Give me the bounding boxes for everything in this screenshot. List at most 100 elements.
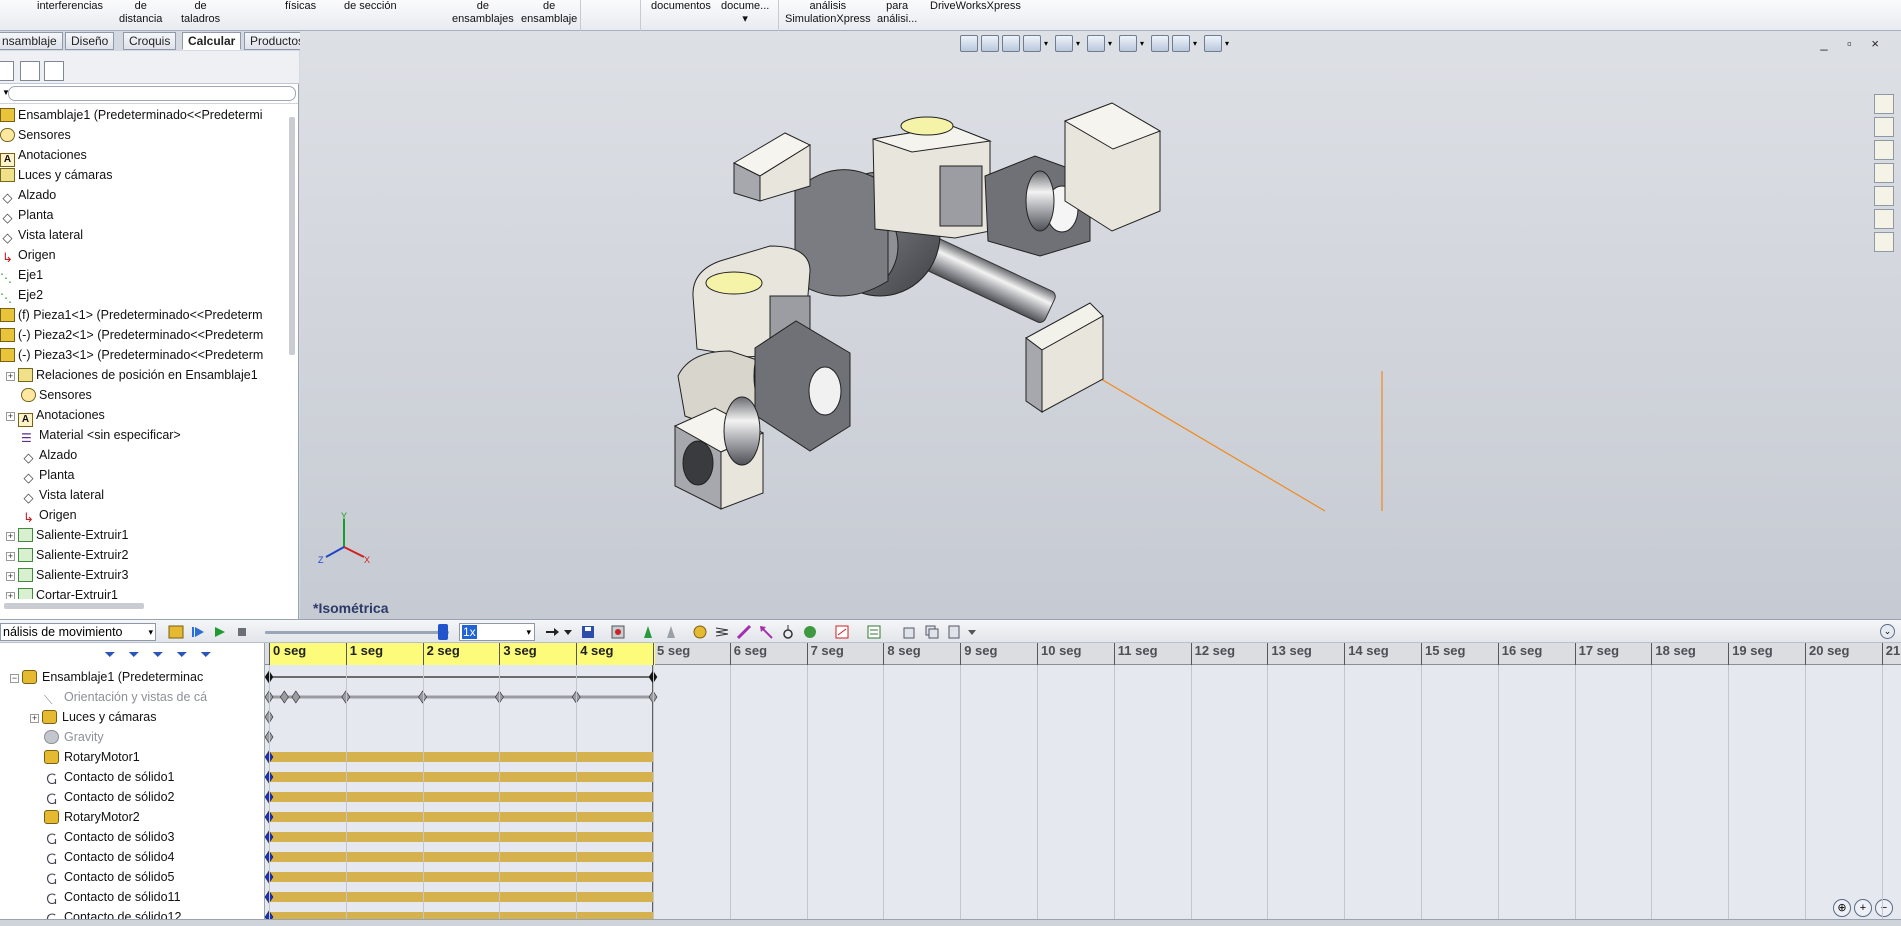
custom-properties-icon[interactable] [1874, 232, 1894, 252]
playback-slider-thumb[interactable] [438, 624, 448, 640]
chevron-down-icon[interactable]: ▾ [1076, 35, 1084, 52]
zoom-to-fit-icon[interactable] [960, 35, 978, 52]
calculate-icon[interactable] [168, 624, 184, 640]
simulation-bar[interactable] [269, 892, 653, 902]
window-controls[interactable]: _ ▫ × [1820, 36, 1887, 51]
autosort-icon[interactable]: ⏷ [198, 646, 214, 662]
paste-icon[interactable] [946, 624, 962, 640]
zoom-area-icon[interactable] [981, 35, 999, 52]
tree-filter-field[interactable] [8, 86, 296, 101]
collapse-motion-manager-icon[interactable]: ⌄ [1880, 624, 1895, 639]
feature-tree-item[interactable]: ◇ Vista lateral [0, 225, 84, 245]
filter-results-icon[interactable]: ⏷ [174, 646, 190, 662]
compare-documents-button[interactable]: documentos [651, 0, 711, 13]
expand-icon[interactable]: + [6, 412, 15, 421]
timeline[interactable]: 0 seg 1 seg 2 seg 3 seg 4 seg 5 seg 6 seg 7 seg… [265, 643, 1901, 926]
keypoint[interactable] [279, 690, 289, 704]
search-icon[interactable] [1874, 163, 1894, 183]
results-and-plots-icon[interactable] [834, 624, 850, 640]
expand-icon[interactable]: + [6, 572, 15, 581]
feature-tree-item[interactable]: ◇ Vista lateral [6, 485, 105, 505]
feature-tree-tab-icon[interactable] [0, 61, 14, 81]
zoom-in-icon[interactable]: + [1854, 899, 1872, 917]
simulation-bar[interactable] [269, 752, 653, 762]
appearances-icon[interactable] [1874, 209, 1894, 229]
playback-mode-icon[interactable] [544, 624, 560, 640]
zoom-to-fit-icon[interactable]: ⊕ [1833, 899, 1851, 917]
mass-properties-button[interactable]: físicas [285, 0, 316, 13]
timeline-tracks[interactable] [265, 643, 1901, 926]
simulation-bar[interactable] [269, 852, 653, 862]
tab-assembly[interactable]: nsamblaje [0, 32, 63, 50]
section-properties-button[interactable]: de sección [344, 0, 397, 13]
playback-speed-select[interactable]: 1x ▾ [459, 623, 535, 641]
tab-evaluate[interactable]: Calcular [182, 32, 242, 50]
gravity-icon[interactable] [802, 624, 818, 640]
feature-tree-item[interactable]: ☰ Material <sin especificar> [6, 425, 181, 445]
design-library-icon[interactable] [1874, 117, 1894, 137]
feature-tree-item[interactable]: (-) Pieza3<1> (Predeterminado<<Predeterm [0, 345, 263, 365]
feature-tree-item[interactable]: ⋱ Eje1 [0, 265, 43, 285]
feature-tree-item[interactable]: + A Anotaciones [6, 405, 105, 427]
feature-tree-item[interactable]: Ensamblaje1 (Predeterminado<<Predetermi [0, 105, 263, 125]
expand-icon[interactable]: + [6, 372, 15, 381]
assembly-model[interactable] [300, 31, 1901, 619]
chevron-down-icon[interactable]: ▾ [1225, 35, 1233, 52]
play-from-start-icon[interactable] [190, 624, 206, 640]
collapse-tree-icon[interactable] [902, 624, 918, 640]
tree-filter[interactable]: ▼ [0, 84, 298, 104]
motion-tree-item[interactable]: RotaryMotor2 [44, 807, 140, 827]
expand-icon[interactable]: + [6, 532, 15, 541]
zoom-out-icon[interactable]: − [1875, 899, 1893, 917]
chevron-down-icon[interactable]: ▾ [1140, 35, 1148, 52]
playback-slider[interactable] [265, 631, 449, 634]
chevron-down-icon[interactable]: ▾ [1044, 35, 1052, 52]
feature-tree-item[interactable]: + Saliente-Extruir3 [6, 565, 128, 585]
spring-icon[interactable] [714, 624, 730, 640]
property-manager-tab-icon[interactable] [20, 61, 40, 81]
chevron-down-icon[interactable]: ▾ [1108, 35, 1116, 52]
expand-icon[interactable]: + [6, 592, 15, 599]
assembly-xpert-button[interactable]: de ensamblaje [521, 0, 577, 26]
chevron-down-icon[interactable] [560, 624, 576, 640]
feature-tree-item[interactable]: Luces y cámaras [0, 165, 112, 185]
damper-icon[interactable] [736, 624, 752, 640]
motion-tree-item[interactable]: Ⴚ Contacto de sólido11 [44, 887, 180, 907]
hole-alignment-button[interactable]: de taladros [181, 0, 220, 26]
simulation-bar[interactable] [269, 812, 653, 822]
edit-appearance-icon[interactable] [1151, 35, 1169, 52]
motor-icon[interactable] [692, 624, 708, 640]
motion-tree-item[interactable]: Ⴚ Contacto de sólido4 [44, 847, 174, 867]
contact-icon[interactable] [780, 624, 796, 640]
study-type-select[interactable]: nálisis de movimiento ▾ [0, 623, 156, 641]
feature-tree-item[interactable]: A Anotaciones [0, 145, 87, 167]
study-tabs-strip[interactable] [0, 919, 1901, 926]
feature-tree-item[interactable]: ◇ Planta [6, 465, 75, 485]
motion-tree-item[interactable]: + Luces y cámaras [30, 707, 156, 727]
tab-sketch[interactable]: Croquis [123, 32, 177, 50]
feature-tree-item[interactable]: ↳ Origen [0, 245, 55, 265]
feature-tree-item[interactable]: ↳ Origen [6, 505, 76, 525]
play-icon[interactable] [212, 624, 228, 640]
simulation-bar[interactable] [269, 772, 653, 782]
chevron-down-icon[interactable] [964, 624, 980, 640]
file-explorer-icon[interactable] [1874, 140, 1894, 160]
hide-show-items-icon[interactable] [1119, 35, 1137, 52]
animation-wizard-icon[interactable] [610, 624, 626, 640]
section-view-icon[interactable] [1023, 35, 1041, 52]
clearance-verification-button[interactable]: de distancia [119, 0, 162, 26]
expand-icon[interactable]: + [30, 714, 39, 723]
feature-tree-item[interactable]: Sensores [6, 385, 92, 405]
graphics-area[interactable]: ▾ ▾ ▾ ▾ ▾ ▾ _ ▫ × Y X Z *Isométrica [300, 31, 1901, 619]
view-palette-icon[interactable] [1874, 186, 1894, 206]
assembly-visualization-button[interactable]: de ensamblajes [452, 0, 514, 26]
filter-animated-icon[interactable]: ⏷ [102, 646, 118, 662]
apply-scene-icon[interactable] [1172, 35, 1190, 52]
filter-driving-icon[interactable]: ⏷ [126, 646, 142, 662]
motion-tree-item[interactable]: ⟍ Orientación y vistas de cá [44, 687, 207, 707]
driveworksxpress-button[interactable]: DriveWorksXpress [930, 0, 1021, 13]
stop-icon[interactable] [234, 624, 250, 640]
feature-tree-item[interactable]: ◇ Planta [0, 205, 54, 225]
motion-tree-item[interactable]: Ⴚ Contacto de sólido5 [44, 867, 174, 887]
keypoint[interactable] [291, 690, 301, 704]
